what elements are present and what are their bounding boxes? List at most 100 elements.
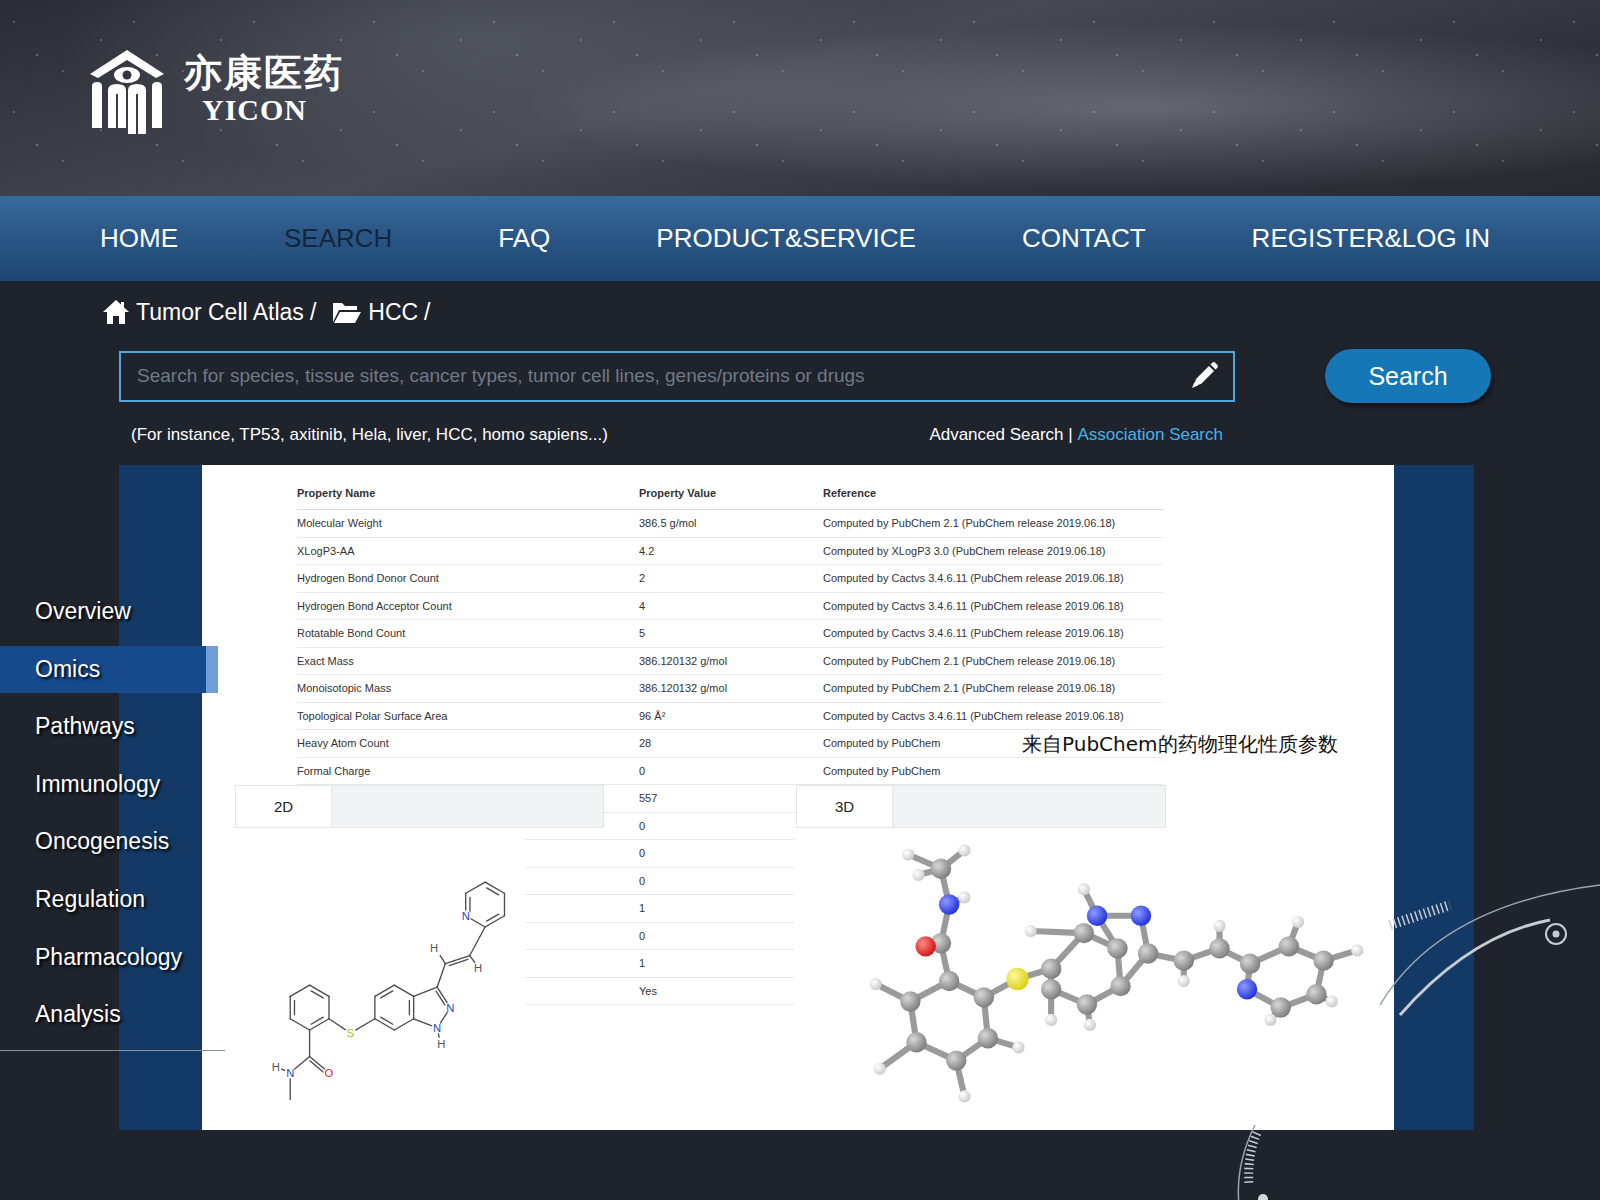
sidebar-label: Overview <box>35 598 131 625</box>
sidebar-item[interactable]: Omics <box>0 646 218 693</box>
table-row: Hydrogen Bond Donor Count2Computed by Ca… <box>297 565 1163 593</box>
structure-2d-pane: NHHNNHSONH <box>235 828 525 1130</box>
search-hint-row: (For instance, TP53, axitinib, Hela, liv… <box>131 423 1223 447</box>
column-header: Property Value <box>639 476 823 510</box>
sidebar-label: Analysis <box>35 1001 121 1028</box>
decor-dial-icon <box>1225 1125 1295 1200</box>
atom-label: S <box>347 1027 354 1039</box>
annotation-label: 来自PubChem的药物理化性质参数 <box>1022 731 1338 758</box>
table-cell: Heavy Atom Count <box>297 730 639 758</box>
sidebar: Overview Omics Pathways Immunology Oncogenes… <box>0 588 220 1051</box>
table-cell: Computed by XLogP3 3.0 (PubChem release … <box>823 537 1163 565</box>
brand-name-en: YICON <box>202 94 344 126</box>
nav-item[interactable]: REGISTER&LOG IN <box>1252 223 1490 254</box>
logo-icon[interactable] <box>86 44 168 136</box>
nav-item[interactable]: SEARCH <box>284 223 392 254</box>
selection-edge <box>206 646 218 693</box>
table-row: XLogP3-AA4.2Computed by XLogP3 3.0 (PubC… <box>297 537 1163 565</box>
table-cell: Hydrogen Bond Donor Count <box>297 565 639 593</box>
search-link[interactable]: Association Search <box>1077 425 1223 444</box>
nav-item[interactable]: FAQ <box>498 223 550 254</box>
table-cell: 4 <box>639 592 823 620</box>
table-row: Exact Mass386.120132 g/molComputed by Pu… <box>297 647 1163 675</box>
atom-label: N <box>433 1022 441 1034</box>
spacer <box>1073 425 1078 444</box>
sidebar-item[interactable]: Oncogenesis <box>0 818 218 865</box>
sidebar-item[interactable]: Analysis <box>0 991 218 1038</box>
content-panel: Property NameProperty ValueReferenceMole… <box>202 465 1394 1130</box>
breadcrumb-item[interactable]: HCC <box>368 299 418 326</box>
search-button[interactable]: Search <box>1325 349 1491 403</box>
table-cell: Computed by PubChem 2.1 (PubChem release… <box>823 675 1163 703</box>
structure-2d-tabbar: 2D <box>235 785 604 828</box>
search-row: Search <box>119 349 1600 403</box>
sidebar-item[interactable]: Overview <box>0 588 218 635</box>
sidebar-label: Regulation <box>35 886 145 913</box>
breadcrumb: Tumor Cell Atlas/HCC/ <box>102 297 1600 327</box>
structure-3d-tab[interactable]: 3D <box>797 786 893 827</box>
main-nav: HOME SEARCH FAQ PRODUCT&SERVICE CONTACT REGIS… <box>0 196 1600 281</box>
nav-item[interactable]: HOME <box>100 223 178 254</box>
table-cell: 5 <box>639 620 823 648</box>
home-icon[interactable] <box>102 299 130 325</box>
structure-3d-pane <box>794 828 1394 1130</box>
sidebar-label: Pathways <box>35 713 135 740</box>
search-input[interactable] <box>135 364 1189 388</box>
atom-label: H <box>430 942 438 954</box>
atom-label: N <box>446 1002 454 1014</box>
table-row: Molecular Weight386.5 g/molComputed by P… <box>297 510 1163 538</box>
link-separator: | <box>1068 425 1072 444</box>
table-cell: Computed by Cactvs 3.4.6.11 (PubChem rel… <box>823 620 1163 648</box>
breadcrumb-item[interactable]: Tumor Cell Atlas <box>136 299 304 326</box>
nav-item[interactable]: CONTACT <box>1022 223 1146 254</box>
search-hint: (For instance, TP53, axitinib, Hela, liv… <box>131 425 608 445</box>
table-cell: 386.5 g/mol <box>639 510 823 538</box>
spacer <box>1064 425 1069 444</box>
atom-label: H <box>474 962 482 974</box>
table-head: Property NameProperty ValueReference <box>297 476 1163 510</box>
brand-name-cn: 亦康医药 <box>184 54 344 94</box>
page-header: 亦康医药YICON <box>0 0 1600 196</box>
column-header: Property Name <box>297 476 639 510</box>
breadcrumb-separator: / <box>310 299 316 326</box>
structure-2d-diagram: NHHNNHSONH <box>235 828 525 1130</box>
table-cell: 0 <box>639 757 823 785</box>
sidebar-item[interactable]: Pathways <box>0 703 218 750</box>
sidebar-item[interactable]: Pharmacology <box>0 934 218 981</box>
column-header: Reference <box>823 476 1163 510</box>
table-row: Hydrogen Bond Acceptor Count4Computed by… <box>297 592 1163 620</box>
table-cell: 96 Å² <box>639 702 823 730</box>
atom-label: H <box>272 1061 280 1073</box>
table-cell: 28 <box>639 730 823 758</box>
table-cell: Computed by Cactvs 3.4.6.11 (PubChem rel… <box>823 592 1163 620</box>
structure-3d-tabbar: 3D <box>796 785 1166 828</box>
structure-2d-tab[interactable]: 2D <box>236 786 332 827</box>
nav-item[interactable]: PRODUCT&SERVICE <box>656 223 916 254</box>
table-cell: Rotatable Bond Count <box>297 620 639 648</box>
table-header-row: Property NameProperty ValueReference <box>297 476 1163 510</box>
table-cell: 4.2 <box>639 537 823 565</box>
sidebar-item[interactable]: Regulation <box>0 876 218 923</box>
folder-icon[interactable] <box>332 300 362 324</box>
sidebar-label: Immunology <box>35 771 160 798</box>
sidebar-label: Oncogenesis <box>35 828 169 855</box>
table-row: Formal Charge0Computed by PubChem <box>297 757 1163 785</box>
sidebar-label: Omics <box>35 656 100 683</box>
table-row: Monoisotopic Mass386.120132 g/molCompute… <box>297 675 1163 703</box>
pencil-icon[interactable] <box>1189 361 1219 391</box>
search-link[interactable]: Advanced Search <box>929 425 1063 444</box>
sidebar-item[interactable]: Immunology <box>0 761 218 808</box>
table-row: Rotatable Bond Count5Computed by Cactvs … <box>297 620 1163 648</box>
atom-label: N <box>286 1067 294 1079</box>
brand-logo[interactable]: 亦康医药YICON <box>0 0 1600 136</box>
table-cell: Computed by Cactvs 3.4.6.11 (PubChem rel… <box>823 565 1163 593</box>
table-cell: Monoisotopic Mass <box>297 675 639 703</box>
molecule-3d-model <box>794 828 1394 1130</box>
atom-label: O <box>325 1067 334 1079</box>
table-row: Topological Polar Surface Area96 Å²Compu… <box>297 702 1163 730</box>
table-cell: Formal Charge <box>297 757 639 785</box>
table-cell: 2 <box>639 565 823 593</box>
table-cell: Exact Mass <box>297 647 639 675</box>
brand-text: 亦康医药YICON <box>184 54 344 125</box>
table-cell: Hydrogen Bond Acceptor Count <box>297 592 639 620</box>
